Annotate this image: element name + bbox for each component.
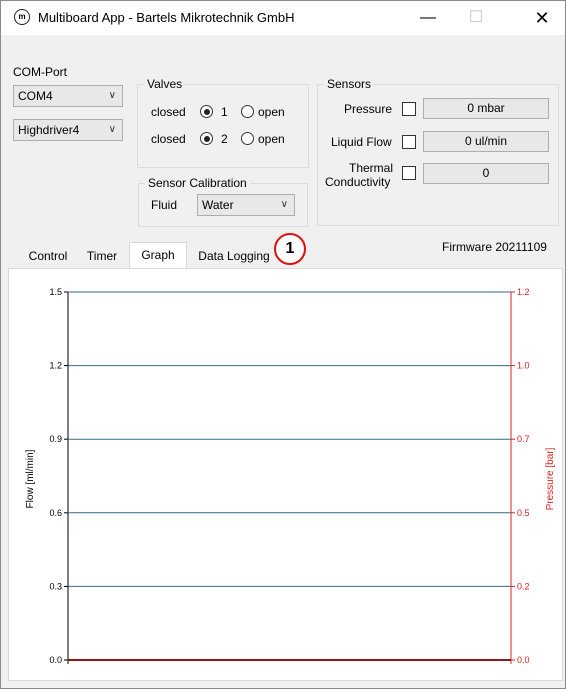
thermal-label-line2: Conductivity: [325, 175, 391, 189]
com-port-select[interactable]: COM4 ∨: [13, 85, 123, 107]
valve1-number: 1: [221, 105, 228, 119]
minimize-button[interactable]: —: [405, 1, 451, 35]
chevron-down-icon: ∨: [108, 90, 116, 101]
valve2-open-label: open: [258, 132, 285, 146]
sensors-title: Sensors: [324, 77, 375, 91]
valve2-closed-radio[interactable]: [200, 132, 213, 145]
firmware-label: Firmware 20211109: [442, 240, 547, 254]
flow-checkbox[interactable]: [402, 135, 416, 149]
app-window: m Multiboard App - Bartels Mikrotechnik …: [0, 0, 566, 689]
flow-tick-label: 0.0: [49, 655, 62, 665]
flow-tick-label: 0.6: [49, 508, 62, 518]
pressure-tick-label: 0.5: [517, 508, 530, 518]
pressure-tick-label: 1.2: [517, 287, 530, 297]
flow-axis-title: Flow [ml/min]: [25, 449, 36, 508]
flow-tick-label: 0.9: [49, 434, 62, 444]
valve2-closed-label: closed: [151, 132, 186, 146]
com-port-label: COM-Port: [13, 65, 67, 79]
valve1-closed-radio[interactable]: [200, 105, 213, 118]
driver-value: Highdriver4: [18, 123, 80, 137]
maximize-button[interactable]: ☐: [453, 1, 499, 35]
valve2-open-radio[interactable]: [241, 132, 254, 145]
tab-graph[interactable]: Graph: [129, 242, 187, 269]
pressure-value: 0 mbar: [423, 98, 549, 119]
chevron-down-icon: ∨: [280, 199, 288, 210]
fluid-value: Water: [202, 198, 234, 212]
pressure-tick-label: 0.7: [517, 434, 530, 444]
thermal-checkbox[interactable]: [402, 166, 416, 180]
callout-marker: 1: [274, 233, 306, 265]
flow-tick-label: 1.2: [49, 361, 62, 371]
fluid-label: Fluid: [151, 198, 178, 212]
flow-pressure-chart: Flow [ml/min] Pressure [bar] 1.5 1.2 1.2 1.…: [25, 287, 556, 665]
pressure-checkbox[interactable]: [402, 102, 416, 116]
valves-title: Valves: [144, 77, 186, 91]
flow-tick-label: 1.5: [49, 287, 62, 297]
calibration-title: Sensor Calibration: [145, 176, 250, 190]
flow-value: 0 ul/min: [423, 131, 549, 152]
valves-group: Valves: [137, 77, 309, 168]
flow-label: Liquid Flow: [331, 135, 392, 149]
fluid-select[interactable]: Water ∨: [197, 194, 295, 216]
window-title: Multiboard App - Bartels Mikrotechnik Gm…: [38, 10, 295, 25]
tab-timer[interactable]: Timer: [81, 244, 123, 268]
driver-select[interactable]: Highdriver4 ∨: [13, 119, 123, 141]
pressure-label: Pressure: [344, 102, 393, 116]
pressure-tick-label: 0.0: [517, 655, 530, 665]
app-logo-icon: m: [14, 9, 30, 25]
tab-data-logging[interactable]: Data Logging: [191, 244, 277, 268]
com-port-value: COM4: [18, 89, 53, 103]
valve1-open-label: open: [258, 105, 285, 119]
chevron-down-icon: ∨: [108, 124, 116, 135]
flow-tick-label: 0.3: [49, 581, 62, 591]
pressure-tick-label: 0.2: [517, 581, 530, 591]
pressure-tick-label: 1.0: [517, 361, 530, 371]
valve1-open-radio[interactable]: [241, 105, 254, 118]
valve1-closed-label: closed: [151, 105, 186, 119]
pressure-axis-title: Pressure [bar]: [545, 447, 556, 510]
valve2-number: 2: [221, 132, 228, 146]
thermal-label-line1: Thermal: [349, 161, 394, 175]
thermal-value: 0: [423, 163, 549, 184]
graph-panel: Flow [ml/min] Pressure [bar] 1.5 1.2 1.2 1.…: [8, 268, 563, 681]
close-button[interactable]: ✕: [519, 1, 565, 35]
tab-control[interactable]: Control: [21, 244, 75, 268]
title-bar: m Multiboard App - Bartels Mikrotechnik …: [1, 1, 565, 35]
